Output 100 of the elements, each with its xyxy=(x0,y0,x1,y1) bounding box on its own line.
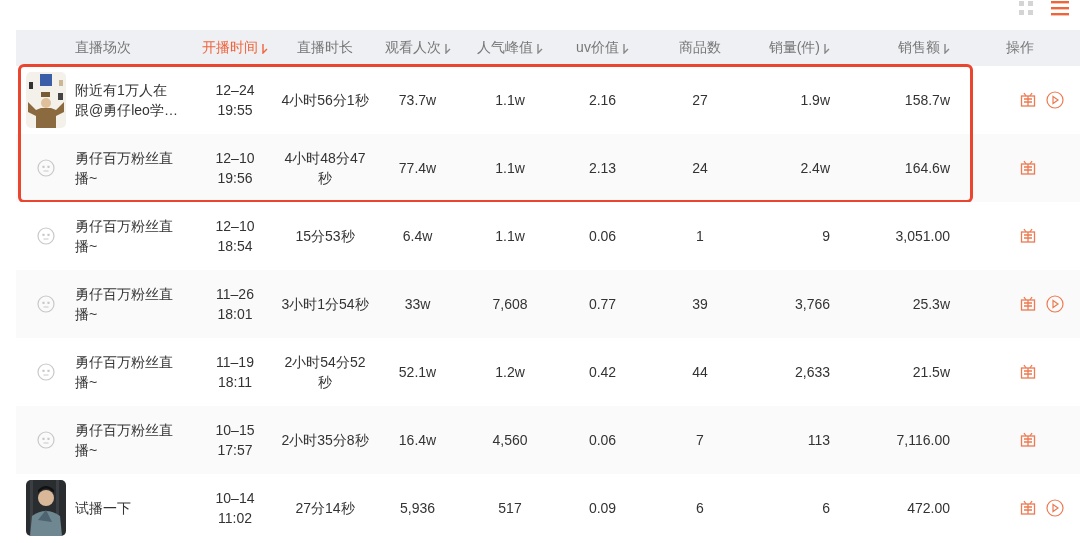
peak-cell: 7,608 xyxy=(492,296,528,312)
start-date: 11–19 xyxy=(216,353,254,372)
calendar-icon[interactable] xyxy=(1020,432,1036,448)
uv-value-cell: 0.06 xyxy=(588,432,617,448)
uv-value-cell: 0.06 xyxy=(588,228,617,244)
duration-cell-text: 2小时35分8秒 xyxy=(281,431,369,450)
peak-cell: 517 xyxy=(498,500,522,516)
placeholder-icon xyxy=(36,295,55,313)
peak-cell: 4,560 xyxy=(492,432,528,448)
column-header[interactable]: 销售额 xyxy=(898,39,960,57)
sort-icon[interactable] xyxy=(261,42,268,54)
column-header[interactable]: 人气峰值 xyxy=(477,39,543,57)
start-time: 17:57 xyxy=(217,441,253,460)
session-title[interactable]: 勇仔百万粉丝直播~ xyxy=(75,284,179,324)
calendar-icon[interactable] xyxy=(1020,92,1036,108)
revenue-cell-text: 7,116.00 xyxy=(896,432,951,448)
column-header[interactable]: 销量(件) xyxy=(768,39,840,57)
column-header: 直播场次 xyxy=(75,39,131,57)
sales-count-cell-text: 113 xyxy=(807,432,831,448)
placeholder-icon xyxy=(36,227,55,245)
list-view-button[interactable] xyxy=(1050,0,1070,18)
column-header: 操作 xyxy=(1006,39,1034,57)
revenue-cell-text: 164.6w xyxy=(904,160,951,176)
start-time: 18:54 xyxy=(217,237,253,256)
start-time: 19:55 xyxy=(217,101,253,120)
calendar-icon[interactable] xyxy=(1020,296,1036,312)
uv-value-cell: 0.77 xyxy=(588,296,617,312)
peak-cell: 1.1w xyxy=(495,160,525,176)
play-icon[interactable] xyxy=(1046,499,1064,517)
duration-cell-text: 15分53秒 xyxy=(295,227,355,246)
uv-value-cell: 0.42 xyxy=(588,364,617,380)
views-cell: 77.4w xyxy=(398,160,437,176)
views-cell: 5,936 xyxy=(399,500,435,516)
product-count-cell: 39 xyxy=(692,296,708,312)
product-count-cell: 27 xyxy=(692,92,708,108)
product-count-cell: 6 xyxy=(696,500,704,516)
sales-count-cell-text: 1.9w xyxy=(800,92,831,108)
revenue-cell-text: 21.5w xyxy=(912,364,951,380)
session-title[interactable]: 勇仔百万粉丝直播~ xyxy=(75,420,179,460)
placeholder-icon xyxy=(36,159,55,177)
duration-cell-text: 4小时56分1秒 xyxy=(281,91,369,110)
start-time: 11:02 xyxy=(218,509,252,528)
peak-cell: 1.1w xyxy=(495,92,525,108)
duration-cell-text: 27分14秒 xyxy=(295,499,355,518)
start-date: 10–14 xyxy=(215,489,255,508)
sort-icon[interactable] xyxy=(943,42,950,54)
start-date: 12–10 xyxy=(215,217,255,236)
sort-icon[interactable] xyxy=(536,42,543,54)
start-date: 10–15 xyxy=(215,421,255,440)
column-header[interactable]: uv价值 xyxy=(576,39,629,57)
views-cell: 6.4w xyxy=(402,228,433,244)
duration-cell-text: 4小时48分47秒 xyxy=(283,149,367,188)
sales-count-cell-text: 9 xyxy=(822,228,831,244)
sort-icon[interactable] xyxy=(443,42,451,54)
column-header: 商品数 xyxy=(679,39,721,57)
duration-cell-text: 2小时54分52秒 xyxy=(283,353,367,392)
session-title[interactable]: 试播一下 xyxy=(75,498,179,518)
peak-cell: 1.2w xyxy=(495,364,525,380)
play-icon[interactable] xyxy=(1046,295,1064,313)
calendar-icon[interactable] xyxy=(1020,228,1036,244)
duration-cell-text: 3小时1分54秒 xyxy=(281,295,369,314)
session-title[interactable]: 勇仔百万粉丝直播~ xyxy=(75,216,179,256)
product-count-cell: 7 xyxy=(696,432,704,448)
start-date: 11–26 xyxy=(216,285,254,304)
start-time: 19:56 xyxy=(217,169,253,188)
views-cell: 52.1w xyxy=(398,364,437,380)
product-count-cell: 1 xyxy=(696,228,704,244)
placeholder-icon xyxy=(36,431,55,449)
peak-cell: 1.1w xyxy=(495,228,525,244)
start-date: 12–24 xyxy=(215,81,255,100)
sort-icon[interactable] xyxy=(823,42,830,54)
session-title[interactable]: 勇仔百万粉丝直播~ xyxy=(75,148,179,188)
views-cell: 16.4w xyxy=(398,432,437,448)
column-header: 直播时长 xyxy=(297,39,353,57)
sales-count-cell-text: 6 xyxy=(822,500,831,516)
uv-value-cell: 2.16 xyxy=(588,92,617,108)
product-count-cell: 44 xyxy=(692,364,708,380)
calendar-icon[interactable] xyxy=(1020,364,1036,380)
revenue-cell-text: 158.7w xyxy=(904,92,951,108)
calendar-icon[interactable] xyxy=(1020,500,1036,516)
session-title[interactable]: 勇仔百万粉丝直播~ xyxy=(75,352,179,392)
session-title[interactable]: 附近有1万人在跟@勇仔leo学… xyxy=(75,80,179,120)
views-cell: 33w xyxy=(404,296,431,312)
revenue-cell-text: 3,051.00 xyxy=(895,228,951,244)
uv-value-cell: 0.09 xyxy=(588,500,617,516)
uv-value-cell: 2.13 xyxy=(588,160,617,176)
play-icon[interactable] xyxy=(1046,91,1064,109)
views-cell: 73.7w xyxy=(398,92,437,108)
start-time: 18:01 xyxy=(217,305,253,324)
calendar-icon[interactable] xyxy=(1020,160,1036,176)
revenue-cell-text: 25.3w xyxy=(912,296,951,312)
column-header[interactable]: 观看人次 xyxy=(384,39,451,57)
sales-count-cell-text: 2.4w xyxy=(800,160,831,176)
start-time: 18:11 xyxy=(218,373,252,392)
grid-view-button[interactable] xyxy=(1016,0,1036,18)
sort-icon[interactable] xyxy=(621,42,629,54)
revenue-cell-text: 472.00 xyxy=(907,500,951,516)
sales-count-cell-text: 2,633 xyxy=(794,364,831,380)
placeholder-icon xyxy=(36,363,55,381)
start-date: 12–10 xyxy=(215,149,255,168)
